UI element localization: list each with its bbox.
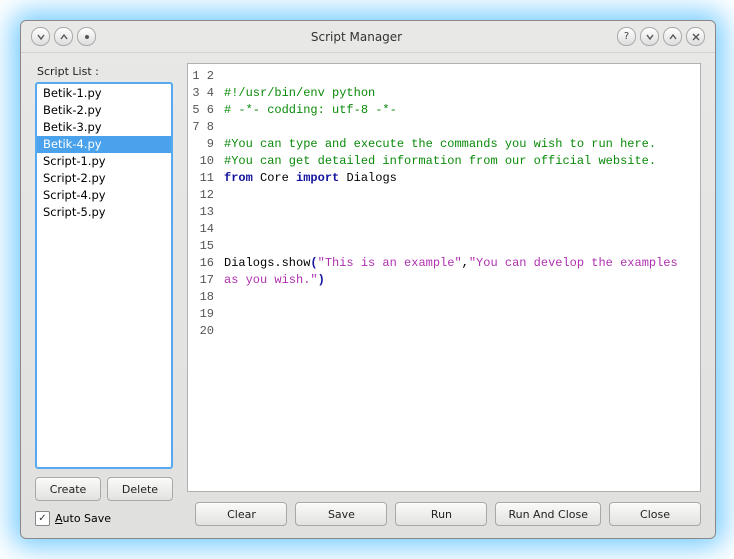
list-item[interactable]: Script-4.py [37, 187, 171, 204]
list-item[interactable]: Script-5.py [37, 204, 171, 221]
save-button[interactable]: Save [295, 502, 387, 526]
list-item[interactable]: Betik-1.py [37, 85, 171, 102]
script-list[interactable]: Betik-1.pyBetik-2.pyBetik-3.pyBetik-4.py… [35, 82, 173, 469]
list-item[interactable]: Betik-4.py [37, 136, 171, 153]
help-icon[interactable]: ? [617, 27, 636, 46]
auto-save-label: Auto Save [55, 512, 111, 525]
auto-save-checkbox[interactable]: ✓ [35, 511, 50, 526]
editor-pane: 1 2 3 4 5 6 7 8 9 10 11 12 13 14 15 16 1… [187, 63, 701, 526]
list-item[interactable]: Betik-3.py [37, 119, 171, 136]
titlebar: Script Manager ? [21, 21, 715, 53]
minimize-icon[interactable] [640, 27, 659, 46]
sidebar: Script List : Betik-1.pyBetik-2.pyBetik-… [35, 63, 173, 526]
run-and-close-button[interactable]: Run And Close [495, 502, 601, 526]
code-editor[interactable]: 1 2 3 4 5 6 7 8 9 10 11 12 13 14 15 16 1… [187, 63, 701, 492]
button-bar: Clear Save Run Run And Close Close [187, 502, 701, 526]
close-icon[interactable] [686, 27, 705, 46]
script-list-label: Script List : [37, 65, 173, 78]
script-manager-dialog: Script Manager ? Script List : Betik-1.p… [20, 20, 716, 539]
run-button[interactable]: Run [395, 502, 487, 526]
list-item[interactable]: Script-1.py [37, 153, 171, 170]
list-item[interactable]: Betik-2.py [37, 102, 171, 119]
list-item[interactable]: Script-2.py [37, 170, 171, 187]
pin-icon[interactable] [77, 27, 96, 46]
close-button[interactable]: Close [609, 502, 701, 526]
up-icon[interactable] [54, 27, 73, 46]
window-title: Script Manager [96, 30, 617, 44]
down-icon[interactable] [31, 27, 50, 46]
clear-button[interactable]: Clear [195, 502, 287, 526]
code-line-4: #You can type and execute the commands y… [224, 137, 656, 151]
code-line-2: # -*- codding: utf-8 -*- [224, 103, 397, 117]
code-line-1: #!/usr/bin/env python [224, 86, 375, 100]
code-content[interactable]: #!/usr/bin/env python # -*- codding: utf… [218, 64, 700, 491]
delete-button[interactable]: Delete [107, 477, 173, 501]
line-number-gutter: 1 2 3 4 5 6 7 8 9 10 11 12 13 14 15 16 1… [188, 64, 218, 491]
maximize-icon[interactable] [663, 27, 682, 46]
code-line-5: #You can get detailed information from o… [224, 154, 656, 168]
create-button[interactable]: Create [35, 477, 101, 501]
